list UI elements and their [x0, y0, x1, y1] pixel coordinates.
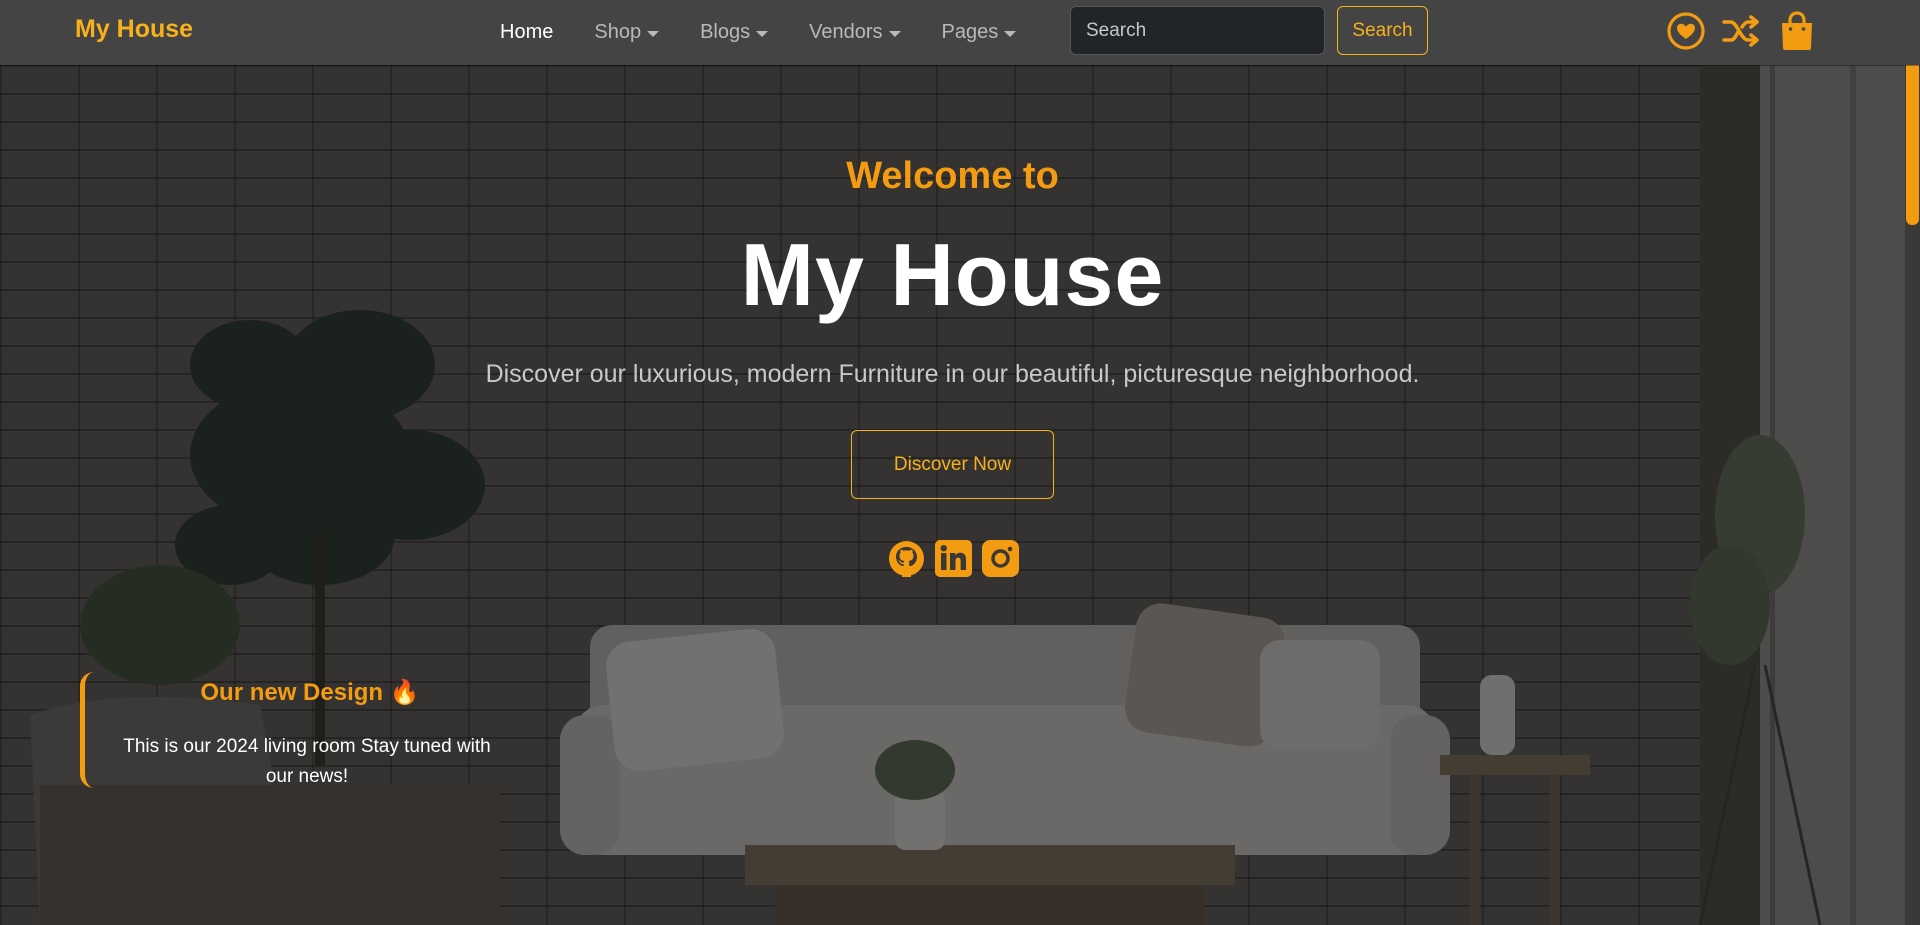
nav-item-vendors[interactable]: Vendors	[809, 21, 901, 44]
nav-item-label: Vendors	[809, 21, 883, 43]
nav-item-home[interactable]: Home	[500, 21, 553, 44]
chevron-down-icon	[1004, 30, 1017, 37]
nav-item-shop[interactable]: Shop	[594, 21, 660, 44]
news-card: Our new Design 🔥 This is our 2024 living…	[80, 672, 535, 788]
scrollbar-thumb[interactable]	[1906, 65, 1919, 225]
news-card-text: This is our 2024 living room Stay tuned …	[123, 736, 491, 787]
github-icon[interactable]	[888, 540, 925, 577]
nav-item-label: Shop	[594, 21, 642, 43]
linkedin-icon[interactable]	[935, 540, 972, 577]
nav-item-label: Blogs	[700, 21, 751, 43]
social-links	[888, 540, 1019, 577]
navbar: My House Home Shop Blogs Vendors Pages S…	[0, 0, 1920, 65]
brand-logo[interactable]: My House	[75, 15, 193, 44]
nav-item-pages[interactable]: Pages	[942, 21, 1017, 44]
chevron-down-icon	[888, 30, 901, 37]
chevron-down-icon	[756, 30, 769, 37]
hero-title: My House	[740, 225, 1165, 324]
search-input[interactable]	[1070, 6, 1325, 55]
news-card-title: Our new Design 🔥	[200, 679, 420, 706]
nav-item-blogs[interactable]: Blogs	[700, 21, 769, 44]
search-button[interactable]: Search	[1337, 6, 1428, 55]
nav-item-label: Pages	[941, 21, 999, 43]
shopping-bag-icon[interactable]	[1776, 10, 1818, 52]
chevron-down-icon	[647, 30, 660, 37]
hero-welcome: Welcome to	[846, 155, 1059, 197]
nav-item-label: Home	[500, 21, 554, 43]
shuffle-icon[interactable]	[1720, 10, 1762, 52]
heart-icon[interactable]	[1665, 10, 1707, 52]
hero-subtitle: Discover our luxurious, modern Furniture…	[485, 360, 1420, 388]
nav-links: Home Shop Blogs Vendors Pages	[500, 0, 1057, 65]
instagram-icon[interactable]	[982, 540, 1019, 577]
discover-now-button[interactable]: Discover Now	[851, 430, 1054, 499]
